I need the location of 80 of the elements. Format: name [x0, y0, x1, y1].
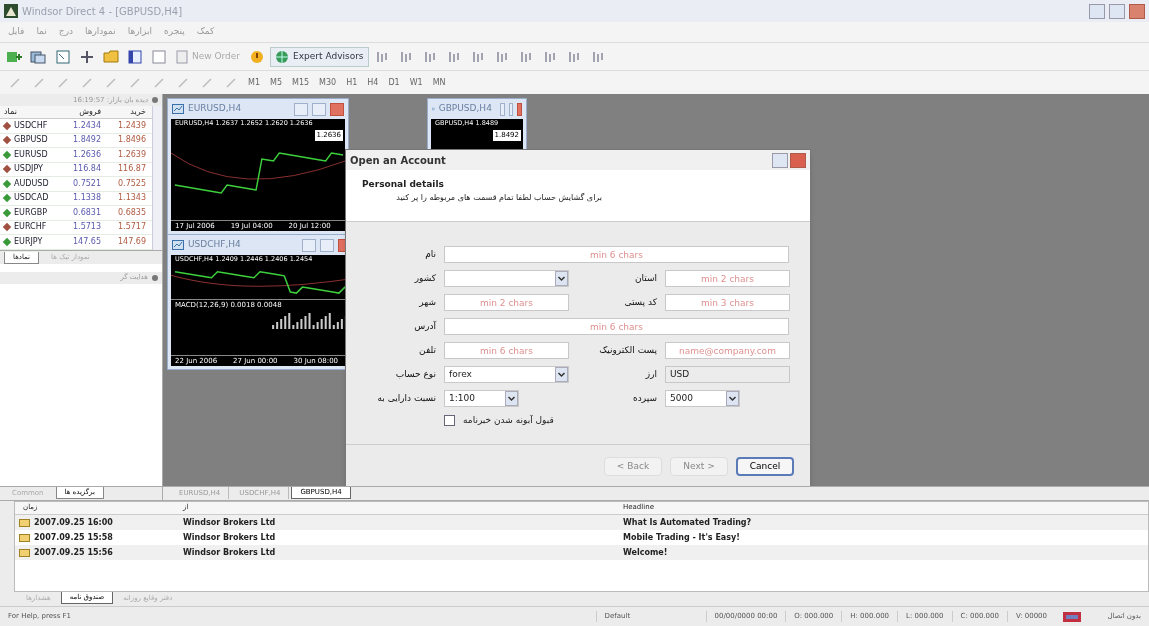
symbol-cell[interactable]: EURCHF	[14, 221, 47, 234]
headline-cell[interactable]: Welcome!	[615, 546, 1148, 559]
field-label: کد پستی	[623, 295, 657, 309]
instruction-text: برای گشایش حساب لطفا تمام قسمت های مربوطه را پر کنید	[395, 191, 602, 204]
symbol-cell[interactable]: EURGBP	[14, 206, 47, 219]
timeframe-button[interactable]: M5	[266, 76, 286, 89]
ask-cell-text: 1.8496	[117, 134, 147, 147]
dropdown[interactable]: 5000	[665, 390, 740, 407]
ask-cell-text: 1.2639	[117, 148, 147, 161]
field-label: نسبت دارایی به	[376, 391, 436, 405]
timeframe-button[interactable]: M1	[244, 76, 264, 89]
headline-cell[interactable]: What Is Automated Trading?	[615, 516, 1148, 529]
ask-cell-text: 1.1343	[117, 192, 147, 205]
timeframe-button[interactable]: W1	[405, 76, 427, 89]
field-label: کشور	[413, 271, 436, 285]
field-label: استان	[633, 271, 657, 285]
ask-cell-text: 1.5717	[117, 221, 147, 234]
timeframe-button[interactable]: M30	[315, 76, 341, 89]
time-cell: 2007.09.25 15:58	[34, 531, 113, 544]
bid-cell-text: 0.6831	[72, 206, 102, 219]
field-label: پست الکترونیک	[598, 343, 657, 357]
timeframe-button[interactable]: D1	[384, 76, 404, 89]
dialog-title: Open an Account	[350, 153, 447, 168]
ask-cell-text: 1.2439	[117, 119, 147, 132]
expert-advisors-button[interactable]: Expert Advisors	[270, 46, 369, 67]
time-cell: 2007.09.25 15:56	[34, 546, 113, 559]
sender-cell-text: Windsor Brokers Ltd	[182, 531, 277, 544]
sender-cell-text: Windsor Brokers Ltd	[182, 546, 277, 559]
text-field[interactable]: min 6 chars	[444, 318, 789, 335]
wizard-button[interactable]: Cancel	[736, 457, 794, 476]
symbol-cell[interactable]: USDCAD	[14, 192, 49, 205]
bid-cell-text: 1.5713	[72, 221, 102, 234]
timeframe-button[interactable]: MN	[428, 76, 450, 89]
dropdown[interactable]: forex	[444, 366, 569, 383]
timeframe-button[interactable]: H1	[342, 76, 362, 89]
window-title: Windsor Direct 4 - [GBPUSD,H4]	[22, 4, 183, 19]
symbol-cell[interactable]: USDJPY	[14, 163, 43, 176]
text-field[interactable]: min 2 chars	[444, 294, 569, 311]
bid-cell-text: 147.65	[72, 235, 102, 248]
dropdown[interactable]: 1:100	[444, 390, 519, 407]
field-label: ارز	[644, 367, 657, 381]
text-field[interactable]: min 2 chars	[665, 270, 790, 287]
field-label: شهر	[418, 295, 436, 309]
bid-cell-text: 1.8492	[72, 134, 102, 147]
timeframe-button[interactable]: H4	[363, 76, 383, 89]
column-header: خرید	[129, 106, 147, 118]
text-field[interactable]: name@company.com	[665, 342, 790, 359]
symbol-cell[interactable]: EURUSD	[14, 148, 48, 161]
field-label: سپرده	[632, 391, 657, 405]
field-label: تلفن	[418, 343, 436, 357]
headline-cell[interactable]: Mobile Trading - It's Easy!	[615, 531, 1148, 544]
chart-title: GBPUSD,H4	[438, 102, 492, 116]
field-label: نام	[424, 247, 436, 261]
bid-cell-text: 116.84	[72, 163, 102, 176]
field-label: آدرس	[413, 319, 436, 333]
text-field[interactable]: min 6 chars	[444, 246, 789, 263]
ask-cell-text: 0.6835	[117, 206, 147, 219]
section-title: Personal details	[362, 178, 445, 191]
bid-cell-text: 1.2636	[72, 148, 102, 161]
symbol-cell[interactable]: USDCHF	[14, 119, 48, 132]
checkbox-label: قبول آبونه شدن خبرنامه	[463, 414, 554, 427]
column-header: نماد	[3, 106, 18, 118]
ask-cell-text: 116.87	[117, 163, 147, 176]
bid-cell-text: 1.2434	[72, 119, 102, 132]
ask-cell-text: 147.69	[117, 235, 147, 248]
text-field[interactable]: min 6 chars	[444, 342, 569, 359]
text-field[interactable]: min 3 chars	[665, 294, 790, 311]
time-cell: 2007.09.25 16:00	[34, 516, 113, 529]
symbol-cell[interactable]: GBPUSD	[14, 134, 48, 147]
ask-cell-text: 0.7525	[117, 177, 147, 190]
chart-title: EURUSD,H4	[188, 102, 242, 116]
column-header: فروش	[78, 106, 102, 118]
chart-title: USDCHF,H4	[188, 238, 241, 252]
timeframe-button[interactable]: M15	[288, 76, 314, 89]
bid-cell-text: 1.1338	[72, 192, 102, 205]
sender-cell-text: Windsor Brokers Ltd	[182, 516, 277, 529]
symbol-cell[interactable]: EURJPY	[14, 235, 43, 248]
bid-cell-text: 0.7521	[72, 177, 102, 190]
field-label: نوع حساب	[394, 367, 436, 381]
symbol-cell[interactable]: AUDUSD	[14, 177, 49, 190]
